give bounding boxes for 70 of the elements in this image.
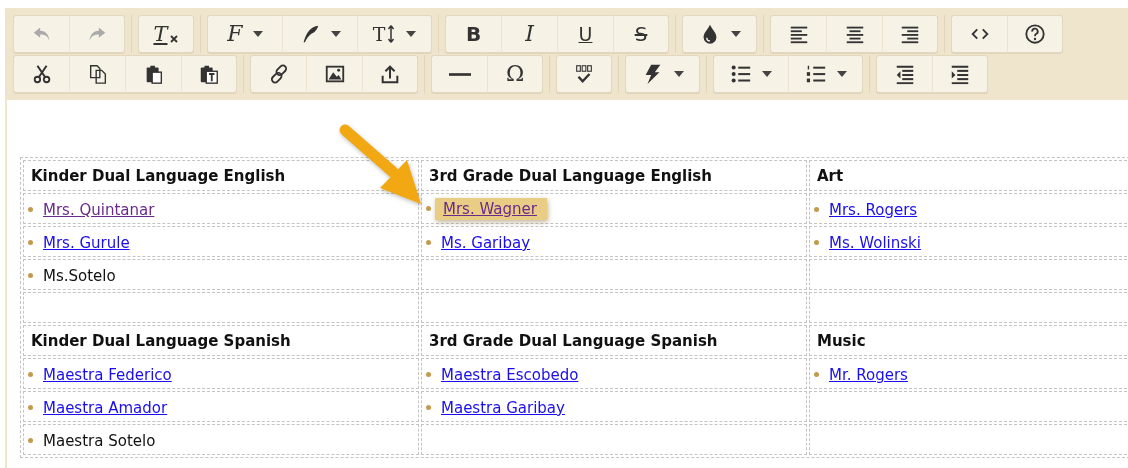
paste-text-icon [198, 63, 220, 85]
teacher-name: Ms.Sotelo [43, 266, 116, 285]
link-button[interactable] [250, 55, 306, 93]
upload-button[interactable] [362, 55, 418, 93]
teacher-link[interactable]: Maestra Federico [43, 365, 172, 384]
column-heading: Art [817, 166, 844, 185]
column-heading: Kinder Dual Language Spanish [31, 331, 291, 350]
spellcheck-button[interactable] [556, 55, 612, 93]
indent-icon [949, 63, 971, 85]
indent-button[interactable] [932, 55, 988, 93]
upload-icon [379, 63, 401, 85]
special-character-button[interactable]: Ω [487, 55, 543, 93]
teacher-link[interactable]: Ms. Wolinski [829, 233, 921, 252]
paste-text-button[interactable] [181, 55, 237, 93]
teacher-link[interactable]: Maestra Garibay [441, 398, 565, 417]
column-heading: Music [817, 331, 866, 350]
bullet-icon [28, 207, 33, 213]
cross-icon [168, 34, 179, 44]
outdent-button[interactable] [876, 55, 932, 93]
teacher-link[interactable]: Mr. Rogers [829, 365, 908, 384]
column-heading: Kinder Dual Language English [31, 166, 286, 185]
help-icon [1024, 23, 1046, 45]
bullet-icon [28, 273, 33, 279]
bullet-icon [426, 372, 431, 378]
font-size-button[interactable]: T [357, 15, 432, 53]
teacher-link[interactable]: Mrs. Quintanar [43, 200, 155, 219]
up-down-arrow-icon [386, 24, 397, 44]
bullet-icon [426, 240, 431, 246]
strikethrough-button[interactable]: S [613, 15, 669, 53]
bullet-icon [426, 405, 431, 411]
bullet-icon [814, 240, 819, 246]
bullet-icon [28, 438, 33, 444]
bullet-icon [28, 372, 33, 378]
image-button[interactable] [306, 55, 362, 93]
numbered-list-button[interactable] [788, 55, 863, 93]
bold-button[interactable]: B [445, 15, 501, 53]
teacher-link[interactable]: Mrs. Rogers [829, 200, 918, 219]
teacher-link[interactable]: Mrs. Gurule [43, 233, 130, 252]
quick-insert-button[interactable] [625, 55, 700, 93]
spellcheck-icon [573, 63, 595, 85]
column-heading: 3rd Grade Dual Language English [429, 166, 712, 185]
align-left-button[interactable] [770, 15, 826, 53]
copy-button[interactable] [69, 55, 125, 93]
underline-button[interactable]: U [557, 15, 613, 53]
font-button[interactable]: F [207, 15, 282, 53]
bullet-list-button[interactable] [713, 55, 788, 93]
align-center-button[interactable] [826, 15, 882, 53]
teacher-link[interactable]: Ms. Garibay [441, 233, 531, 252]
teacher-link[interactable]: Maestra Amador [43, 398, 168, 417]
bullet-icon [28, 405, 33, 411]
image-icon [323, 63, 346, 85]
bullet-icon [814, 207, 819, 213]
help-button[interactable] [1007, 15, 1063, 53]
bullet-list-icon [730, 63, 752, 85]
style-button[interactable] [282, 15, 357, 53]
align-right-button[interactable] [882, 15, 938, 53]
teacher-link[interactable]: Mrs. Wagner [443, 199, 537, 218]
paste-button[interactable] [125, 55, 181, 93]
italic-button[interactable]: I [501, 15, 557, 53]
color-button[interactable] [682, 15, 757, 53]
bullet-icon [426, 206, 431, 212]
teacher-name: Maestra Sotelo [43, 431, 156, 450]
cut-button[interactable] [13, 55, 69, 93]
horizontal-line-icon [448, 72, 471, 76]
bullet-icon [28, 240, 33, 246]
bullet-icon [814, 372, 819, 378]
numbered-list-icon [804, 63, 827, 85]
clear-format-button[interactable]: T [138, 15, 194, 53]
horizontal-rule-button[interactable] [431, 55, 487, 93]
column-heading: 3rd Grade Dual Language Spanish [429, 331, 718, 350]
